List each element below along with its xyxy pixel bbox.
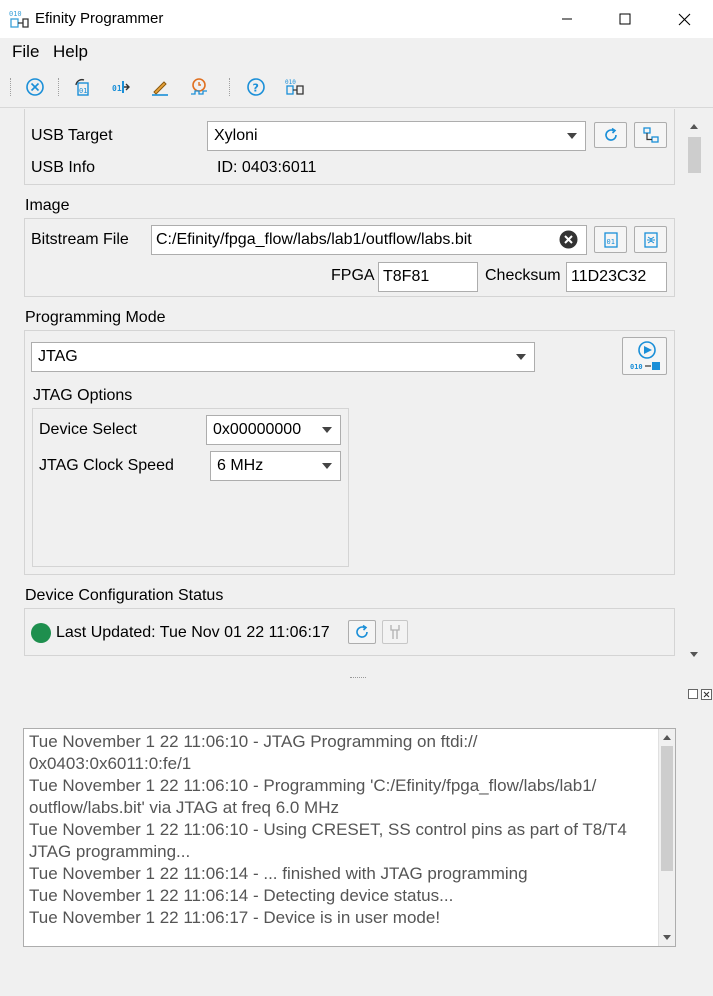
start-program-button[interactable]: 010 <box>622 337 667 375</box>
chevron-down-icon <box>322 427 332 433</box>
jtag-options-title: JTAG Options <box>33 387 133 404</box>
device-select-dropdown[interactable]: 0x00000000 <box>206 415 341 445</box>
checksum-field[interactable]: 11D23C32 <box>566 262 667 292</box>
scroll-up-icon[interactable] <box>662 733 672 741</box>
device-select-label: Device Select <box>39 421 137 438</box>
programming-mode-title: Programming Mode <box>25 309 166 326</box>
svg-text:01: 01 <box>112 84 122 93</box>
clock-speed-label: JTAG Clock Speed <box>39 457 174 474</box>
log-scrollbar-thumb[interactable] <box>661 746 673 871</box>
refresh-icon <box>356 624 368 638</box>
refresh-icon <box>604 127 617 141</box>
programming-mode-value: JTAG <box>38 348 78 365</box>
chevron-down-icon <box>516 354 526 360</box>
chevron-down-icon <box>322 463 332 469</box>
log-scrollbar[interactable] <box>658 729 675 946</box>
chevron-down-icon <box>567 133 577 139</box>
clock-speed-value: 6 MHz <box>217 457 264 474</box>
usb-info-label: USB Info <box>31 159 96 176</box>
timing-icon[interactable] <box>189 77 209 97</box>
float-icon[interactable] <box>688 689 698 699</box>
edit-icon[interactable] <box>150 77 170 97</box>
fpga-value: T8F81 <box>383 268 430 285</box>
toolbar-grip <box>10 78 12 96</box>
toolbar-separator <box>58 78 60 96</box>
menu-bar <box>0 38 713 66</box>
scroll-down-icon[interactable] <box>662 934 672 942</box>
close-button[interactable] <box>655 0 713 38</box>
scroll-down-icon[interactable] <box>689 651 699 659</box>
last-updated-text: Last Updated: Tue Nov 01 22 11:06:17 <box>56 624 330 641</box>
file-icon: 01 <box>603 231 618 248</box>
collapse-icon <box>643 231 658 248</box>
window-title: Efinity Programmer <box>35 10 164 27</box>
fpga-field[interactable]: T8F81 <box>378 262 478 292</box>
help-icon[interactable]: ? <box>246 77 266 97</box>
log-line: Tue November 1 22 11:06:10 - Programming… <box>29 776 597 817</box>
settings-scrollbar[interactable] <box>685 119 703 664</box>
svg-text:01: 01 <box>606 238 614 246</box>
clear-icon[interactable] <box>559 230 578 249</box>
svg-text:010: 010 <box>9 10 22 18</box>
log-line: Tue November 1 22 11:06:14 - Detecting d… <box>29 886 454 905</box>
log-line: Tue November 1 22 11:06:14 - ... finishe… <box>29 864 528 883</box>
scrollbar-thumb[interactable] <box>688 137 701 173</box>
network-icon <box>642 127 659 143</box>
scroll-up-icon[interactable] <box>689 122 699 130</box>
browse-bitstream-button[interactable]: 01 <box>594 226 627 253</box>
svg-text:?: ? <box>253 82 259 95</box>
collapse-button[interactable] <box>634 226 667 253</box>
svg-text:010: 010 <box>285 79 296 86</box>
program-run-icon: 010 <box>630 341 660 371</box>
close-icon <box>678 13 690 25</box>
log-line: Tue November 1 22 11:06:17 - Device is i… <box>29 908 441 927</box>
settings-panel: USB Target Xyloni USB Info ID: 0403:6011… <box>0 109 713 666</box>
checksum-label: Checksum <box>485 267 561 284</box>
toolbar <box>0 66 713 108</box>
menu-help[interactable]: Help <box>53 42 88 62</box>
log-line: Tue November 1 22 11:06:10 - Using CRESE… <box>29 820 627 861</box>
programming-mode-select[interactable]: JTAG <box>31 342 535 372</box>
usb-info-value: ID: 0403:6011 <box>217 159 317 176</box>
maximize-icon <box>619 13 631 25</box>
bitstream-path: C:/Efinity/fpga_flow/labs/lab1/outflow/l… <box>156 231 472 248</box>
device-status-title: Device Configuration Status <box>25 587 224 604</box>
output-icon[interactable]: 01 <box>111 77 131 97</box>
usb-device-button[interactable] <box>634 122 667 148</box>
toolbar-separator <box>229 78 231 96</box>
log-console[interactable]: Tue November 1 22 11:06:10 - JTAG Progra… <box>23 728 676 947</box>
svg-text:01: 01 <box>79 87 87 95</box>
maximize-button[interactable] <box>596 0 654 38</box>
dock-close-icon[interactable] <box>701 689 712 700</box>
usb-target-label: USB Target <box>31 127 113 144</box>
bitstream-label: Bitstream File <box>31 231 129 248</box>
stop-icon[interactable] <box>25 77 45 97</box>
svg-text:010: 010 <box>630 363 643 371</box>
refresh-usb-button[interactable] <box>594 122 627 148</box>
wrench-icon <box>390 625 400 639</box>
open-bitstream-icon[interactable]: 01 <box>72 77 92 97</box>
status-indicator <box>31 623 51 643</box>
programmer-icon[interactable]: 010 <box>285 77 305 97</box>
minimize-icon <box>562 18 572 20</box>
log-line: Tue November 1 22 11:06:10 - JTAG Progra… <box>29 732 478 773</box>
image-section-title: Image <box>25 197 70 214</box>
splitter-handle[interactable] <box>350 677 366 679</box>
checksum-value: 11D23C32 <box>571 268 647 285</box>
log-lines: Tue November 1 22 11:06:10 - JTAG Progra… <box>29 731 659 929</box>
app-icon: 010 <box>9 10 29 28</box>
menu-file[interactable]: File <box>12 42 39 62</box>
clock-speed-dropdown[interactable]: 6 MHz <box>210 451 341 481</box>
tool-button[interactable] <box>382 620 408 644</box>
usb-target-select[interactable]: Xyloni <box>207 121 586 151</box>
refresh-status-button[interactable] <box>348 620 376 644</box>
bitstream-input[interactable]: C:/Efinity/fpga_flow/labs/lab1/outflow/l… <box>151 225 587 255</box>
usb-target-value: Xyloni <box>214 127 258 144</box>
minimize-button[interactable] <box>538 0 596 38</box>
device-select-value: 0x00000000 <box>213 421 302 438</box>
fpga-label: FPGA <box>331 267 375 284</box>
